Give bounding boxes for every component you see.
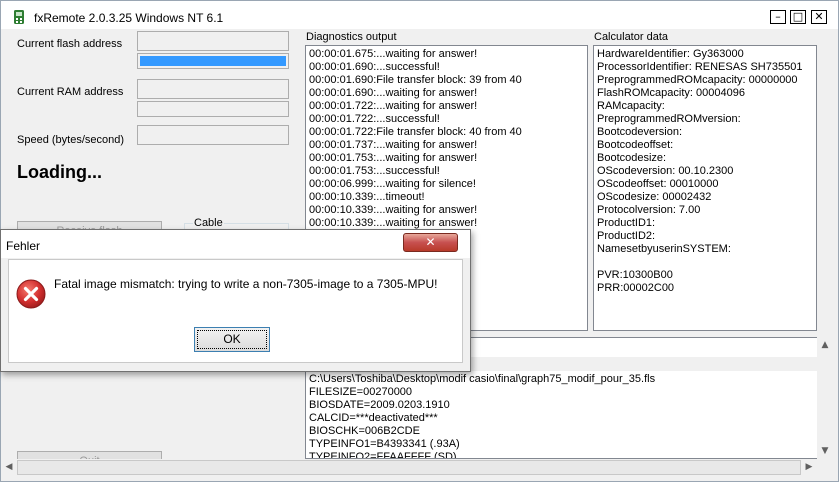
dialog-title: Fehler [6,239,41,253]
calculator-lines: HardwareIdentifier: Gy363000 ProcessorIde… [597,48,813,294]
text-line: OScodeoffset: 00010000 [597,178,719,190]
text-line: RAMcapacity: [597,100,665,112]
speed-label: Speed (bytes/second) [17,134,125,146]
horizontal-scrollbar[interactable]: ◀ ▶ [1,459,817,476]
text-line: ProductID2: [597,230,656,242]
loading-status: Loading... [17,162,102,182]
scroll-down-icon[interactable]: ▼ [817,443,833,459]
text-line: 00:00:01.675:...waiting for answer! [309,48,478,60]
text-line: 00:00:01.690:...successful! [309,61,440,73]
scroll-left-icon[interactable]: ◀ [1,459,17,475]
text-line: 00:00:01.737:...waiting for answer! [309,139,478,151]
text-line: Bootcodesize: [597,152,667,164]
scroll-right-icon[interactable]: ▶ [801,459,817,475]
dialog-message: Fatal image mismatch: trying to write a … [54,277,438,291]
text-line: CALCID=***deactivated*** [309,412,438,424]
text-line: PVR:10300B00 [597,269,673,281]
app-icon [14,10,24,24]
text-line: HardwareIdentifier: Gy363000 [597,48,744,60]
scroll-up-icon[interactable]: ▲ [817,337,833,353]
minimize-button[interactable]: – [770,10,786,24]
dialog-close-button[interactable]: ✕ [403,233,458,252]
calculator-scrollbar[interactable] [817,45,834,331]
error-icon [16,279,46,309]
close-icon: ✕ [425,235,436,249]
text-line: 00:00:01.722:...successful! [309,113,440,125]
calculator-header: Calculator data [594,31,668,43]
text-line [597,256,813,269]
ram-address-label: Current RAM address [17,86,124,98]
text-line: BIOSCHK=006B2CDE [309,425,420,437]
file-info-lines: C:\Users\Toshiba\Desktop\modif casio\fin… [309,373,814,458]
text-line: PRR:00002C00 [597,282,675,294]
flash-progress-bar [137,53,289,69]
text-line: 00:00:01.753:...waiting for answer! [309,152,478,164]
text-line: Bootcodeoffset: [597,139,674,151]
text-line: NamesetbyuserinSYSTEM: [597,243,731,255]
close-button[interactable]: ✕ [811,10,827,24]
flash-address-field [137,31,289,51]
flash-progress-fill [140,56,286,66]
flash-address-label: Current flash address [17,38,123,50]
text-line: 00:00:10.339:...waiting for answer! [309,204,478,216]
horizontal-scroll-thumb[interactable] [17,460,801,475]
text-line: 00:00:01.722:...waiting for answer! [309,100,478,112]
ram-address-field [137,79,289,99]
text-line: ProcessorIdentifier: RENESAS SH735501 [597,61,803,73]
error-dialog: Fehler ✕ Fatal image mismatch: trying to… [0,229,471,372]
text-line: Protocolversion: 7.00 [597,204,701,216]
text-line: BIOSDATE=2009.0203.1910 [309,399,450,411]
text-line: TYPEINFO2=FFAAFFFF (SD) [309,451,457,459]
text-line: OScodeversion: 00.10.2300 [597,165,734,177]
ram-progress-bar [137,101,289,117]
calculator-data[interactable]: HardwareIdentifier: Gy363000 ProcessorIde… [593,45,817,331]
focus-rectangle [197,330,267,349]
text-line: TYPEINFO1=B4393341 (.93A) [309,438,460,450]
text-line: OScodesize: 00002432 [597,191,712,203]
ok-button[interactable]: OK [194,327,270,352]
text-line: 00:00:01.690:...waiting for answer! [309,87,478,99]
text-line: C:\Users\Toshiba\Desktop\modif casio\fin… [309,373,656,385]
diagnostics-header: Diagnostics output [306,31,397,43]
title-bar[interactable]: fxRemote 2.0.3.25 Windows NT 6.1 – □ ✕ [1,1,838,29]
cable-group-label: Cable [193,217,224,229]
file-info-scrollbar[interactable]: ▲ ▼ [817,337,834,459]
file-info-output[interactable]: C:\Users\Toshiba\Desktop\modif casio\fin… [305,371,818,459]
window-title: fxRemote 2.0.3.25 Windows NT 6.1 [34,11,224,25]
text-line: 00:00:01.753:...successful! [309,165,440,177]
text-line: PreprogrammedROMversion: [597,113,741,125]
text-line: 00:00:01.690:File transfer block: 39 fro… [309,74,522,86]
text-line: 00:00:01.722:File transfer block: 40 fro… [309,126,522,138]
text-line: ProductID1: [597,217,656,229]
dialog-title-bar[interactable]: Fehler ✕ [1,230,470,258]
text-line: FILESIZE=00270000 [309,386,413,398]
maximize-button[interactable]: □ [790,10,806,24]
speed-field [137,125,289,145]
text-line: PreprogrammedROMcapacity: 00000000 [597,74,798,86]
text-line: 00:00:06.999:...waiting for silence! [309,178,476,190]
text-line: Bootcodeversion: [597,126,682,138]
diagnostics-lines: 00:00:01.675:...waiting for answer! 00:00… [309,48,584,229]
text-line: 00:00:10.339:...timeout! [309,191,425,203]
text-line: FlashROMcapacity: 00004096 [597,87,745,99]
